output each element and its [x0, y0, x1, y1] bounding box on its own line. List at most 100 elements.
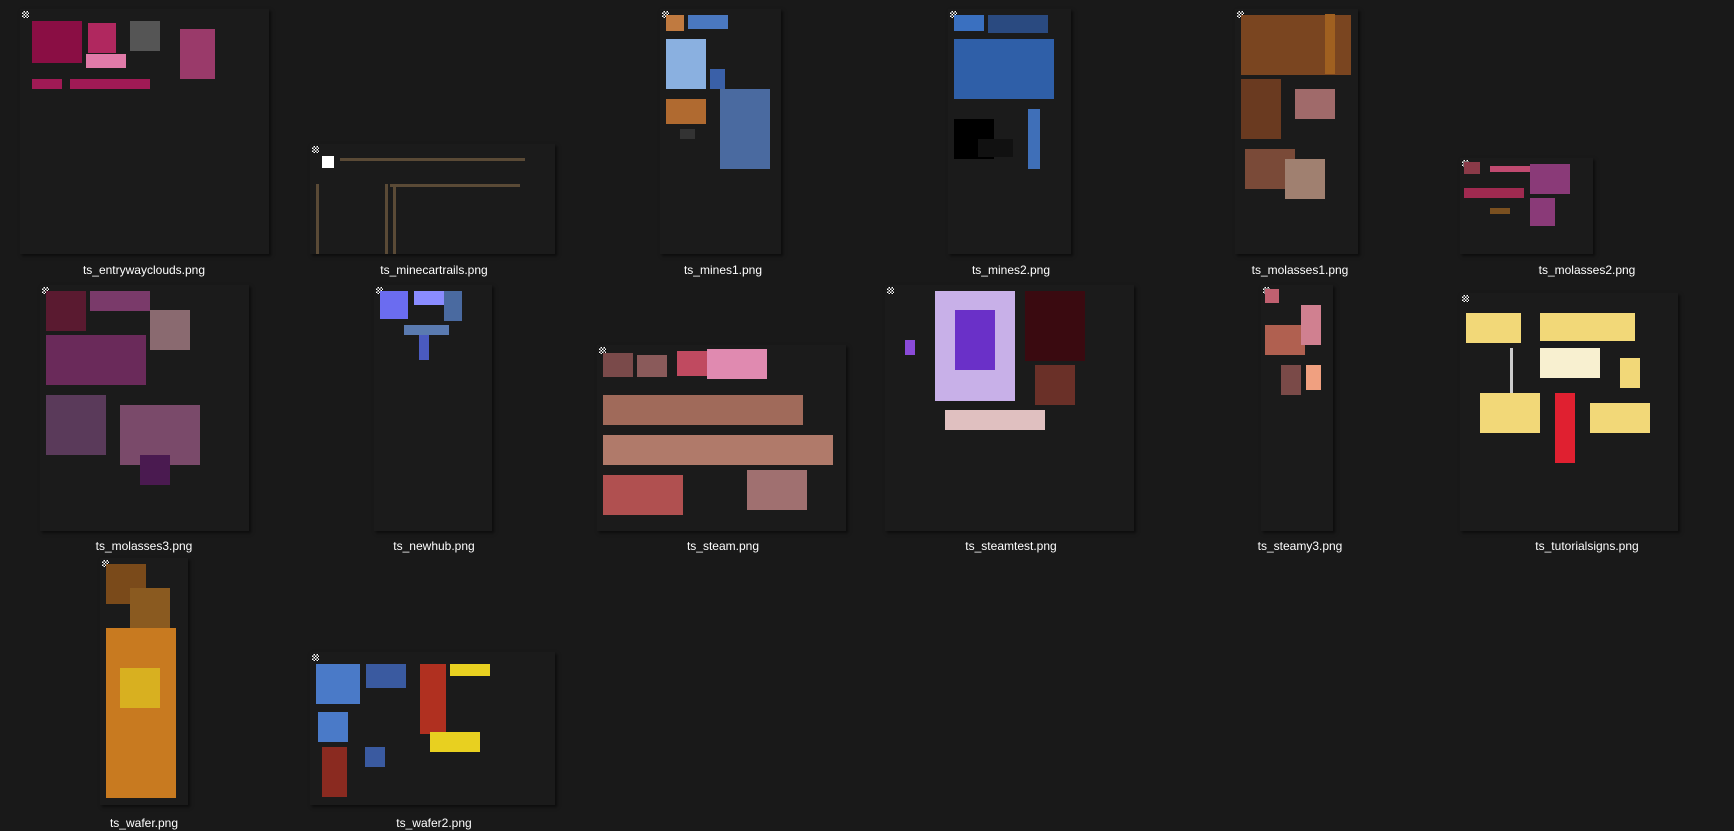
sprite-preview — [1530, 198, 1555, 226]
sprite-preview — [1464, 162, 1480, 174]
sprite-preview — [150, 310, 190, 350]
sprite-preview — [366, 664, 406, 688]
sprite-preview — [90, 291, 150, 311]
sprite-preview — [603, 395, 803, 425]
sprite-preview — [32, 79, 62, 89]
sprite-preview — [603, 353, 633, 377]
sprite-preview — [1306, 365, 1321, 390]
transparency-checker-icon — [312, 654, 319, 661]
sprite-preview — [710, 69, 725, 89]
transparency-checker-icon — [312, 146, 319, 153]
sprite-preview — [365, 747, 385, 767]
sprite-preview — [46, 395, 106, 455]
file-name[interactable]: ts_newhub.png — [294, 538, 574, 554]
file-thumbnail[interactable] — [40, 285, 249, 531]
sprite-preview — [130, 21, 160, 51]
sprite-preview — [955, 310, 995, 370]
file-name[interactable]: ts_minecartrails.png — [294, 262, 574, 278]
file-thumbnail[interactable] — [1261, 285, 1333, 531]
sprite-preview — [720, 89, 770, 169]
file-thumbnail[interactable] — [310, 144, 555, 254]
sprite-preview — [390, 184, 520, 187]
sprite-preview — [316, 184, 319, 254]
sprite-preview — [86, 54, 126, 68]
sprite-preview — [603, 435, 833, 465]
sprite-preview — [677, 351, 707, 376]
sprite-preview — [140, 455, 170, 485]
sprite-preview — [130, 588, 170, 628]
sprite-preview — [1295, 89, 1335, 119]
sprite-preview — [666, 39, 706, 89]
sprite-preview — [680, 129, 695, 139]
file-thumbnail[interactable] — [1460, 293, 1678, 531]
sprite-preview — [666, 99, 706, 124]
file-name[interactable]: ts_tutorialsigns.png — [1447, 538, 1727, 554]
sprite-preview — [988, 15, 1048, 33]
file-name[interactable]: ts_molasses2.png — [1447, 262, 1727, 278]
sprite-preview — [393, 184, 396, 254]
file-name[interactable]: ts_mines1.png — [583, 262, 863, 278]
file-thumbnail[interactable] — [597, 345, 846, 531]
sprite-preview — [1028, 109, 1040, 169]
file-thumbnail[interactable] — [948, 9, 1071, 254]
file-thumbnail[interactable] — [100, 558, 188, 805]
sprite-preview — [404, 325, 449, 335]
sprite-preview — [978, 139, 1013, 157]
sprite-preview — [1466, 313, 1521, 343]
sprite-preview — [110, 79, 150, 89]
sprite-preview — [120, 668, 160, 708]
sprite-preview — [1510, 348, 1513, 393]
file-thumbnail[interactable] — [1460, 158, 1593, 254]
file-name[interactable]: ts_molasses3.png — [4, 538, 284, 554]
sprite-preview — [666, 15, 684, 31]
sprite-preview — [180, 29, 215, 79]
sprite-preview — [444, 291, 462, 321]
sprite-preview — [747, 470, 807, 510]
sprite-preview — [32, 21, 82, 63]
sprite-preview — [1285, 159, 1325, 199]
file-name[interactable]: ts_molasses1.png — [1160, 262, 1440, 278]
sprite-preview — [1025, 291, 1085, 361]
sprite-preview — [46, 291, 86, 331]
sprite-preview — [430, 732, 480, 752]
sprite-preview — [316, 664, 360, 704]
sprite-preview — [688, 15, 728, 29]
sprite-preview — [603, 475, 683, 515]
file-name[interactable]: ts_mines2.png — [871, 262, 1151, 278]
file-thumbnail[interactable] — [374, 285, 492, 531]
sprite-preview — [1265, 325, 1305, 355]
file-name[interactable]: ts_steamtest.png — [871, 538, 1151, 554]
file-thumbnail[interactable] — [1235, 9, 1358, 254]
sprite-preview — [380, 291, 408, 319]
sprite-preview — [385, 184, 388, 254]
sprite-preview — [1590, 403, 1650, 433]
file-thumbnail[interactable] — [20, 9, 269, 254]
sprite-preview — [945, 410, 1045, 430]
file-name[interactable]: ts_wafer.png — [4, 815, 284, 831]
sprite-preview — [1241, 79, 1281, 139]
sprite-preview — [1035, 365, 1075, 405]
sprite-preview — [1490, 208, 1510, 214]
sprite-preview — [420, 664, 446, 734]
sprite-preview — [707, 349, 767, 379]
file-name[interactable]: ts_steam.png — [583, 538, 863, 554]
sprite-preview — [1325, 14, 1335, 74]
sprite-preview — [322, 747, 347, 797]
transparency-checker-icon — [887, 287, 894, 294]
file-name[interactable]: ts_entrywayclouds.png — [4, 262, 284, 278]
sprite-preview — [637, 355, 667, 377]
sprite-preview — [88, 23, 116, 53]
sprite-preview — [318, 712, 348, 742]
sprite-preview — [1540, 313, 1635, 341]
file-thumbnail[interactable] — [885, 285, 1134, 531]
file-thumbnail[interactable] — [310, 652, 555, 805]
sprite-preview — [322, 156, 334, 168]
file-name[interactable]: ts_wafer2.png — [294, 815, 574, 831]
file-name[interactable]: ts_steamy3.png — [1160, 538, 1440, 554]
sprite-preview — [414, 291, 444, 305]
file-thumbnail[interactable] — [660, 9, 781, 254]
sprite-preview — [46, 335, 146, 385]
sprite-preview — [1464, 188, 1524, 198]
sprite-preview — [1281, 365, 1301, 395]
sprite-preview — [1620, 358, 1640, 388]
